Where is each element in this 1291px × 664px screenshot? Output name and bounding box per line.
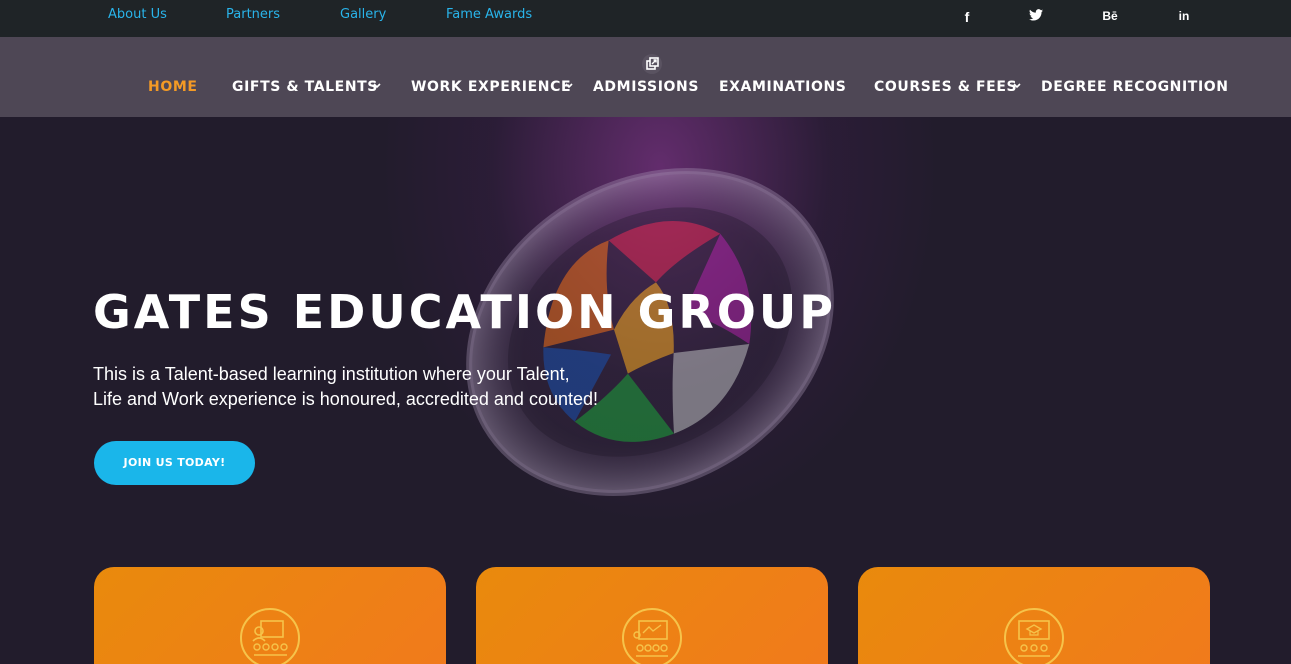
nav-degree-recognition[interactable]: DEGREE RECOGNITION [1041,79,1229,95]
top-link-about-us[interactable]: About Us [108,7,167,22]
feature-card-3[interactable] [858,567,1210,664]
join-us-button[interactable]: JOIN US TODAY! [94,441,255,485]
nav-examinations[interactable]: EXAMINATIONS [719,79,846,95]
nav-work-experience[interactable]: WORK EXPERIENCE [411,79,571,95]
top-link-gallery[interactable]: Gallery [340,7,386,22]
nav-courses-fees[interactable]: COURSES & FEES [874,79,1017,95]
page-title: GATES EDUCATION GROUP [93,285,836,339]
nav-gifts-talents[interactable]: GIFTS & TALENTS [232,79,378,95]
classroom-board-icon [622,608,682,664]
external-window-icon[interactable] [642,54,662,74]
top-link-partners[interactable]: Partners [226,7,280,22]
feature-card-1[interactable] [94,567,446,664]
chevron-down-icon[interactable] [372,80,382,92]
hero-description-line-2: Life and Work experience is honoured, ac… [93,389,598,409]
hero-description: This is a Talent-based learning institut… [93,362,598,412]
graduation-screen-icon [1004,608,1064,664]
chevron-down-icon[interactable] [564,80,574,92]
linkedin-icon[interactable]: in [1174,9,1194,25]
chevron-down-icon[interactable] [1012,80,1022,92]
twitter-icon[interactable] [1026,9,1046,25]
nav-home[interactable]: HOME [148,79,198,95]
main-navigation: HOME GIFTS & TALENTS WORK EXPERIENCE ADM… [0,37,1291,117]
behance-icon[interactable]: Bē [1100,9,1120,25]
top-link-fame-awards[interactable]: Fame Awards [446,7,532,22]
feature-card-2[interactable] [476,567,828,664]
top-bar: About Us Partners Gallery Fame Awards f … [0,0,1291,37]
hero-description-line-1: This is a Talent-based learning institut… [93,364,570,384]
presentation-audience-icon [240,608,300,664]
facebook-icon[interactable]: f [957,9,977,25]
hero-section: GATES EDUCATION GROUP This is a Talent-b… [0,117,1291,664]
nav-admissions[interactable]: ADMISSIONS [593,79,699,95]
